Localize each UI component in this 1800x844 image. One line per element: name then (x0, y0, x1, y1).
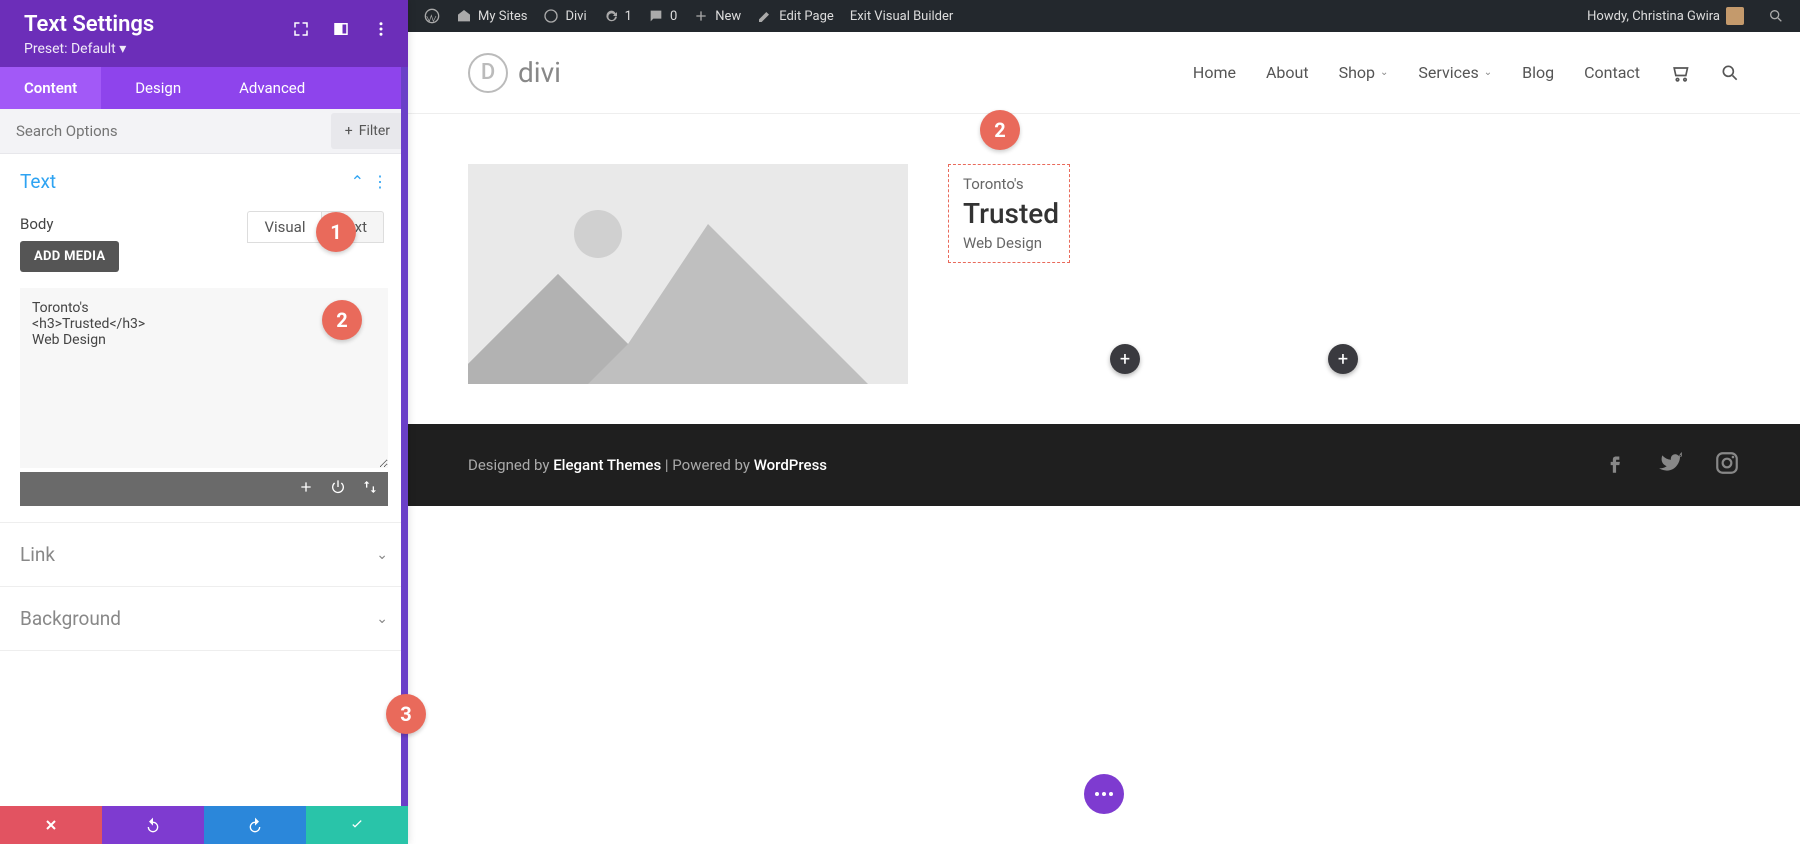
dots-icon (1095, 792, 1113, 796)
kebab-icon[interactable]: ⋮ (372, 172, 388, 191)
panel-header: Text Settings Preset: Default ▾ (0, 0, 408, 67)
nav-blog[interactable]: Blog (1522, 63, 1554, 82)
footer-credits: Designed by Elegant Themes | Powered by … (468, 456, 827, 474)
expand-icon[interactable] (292, 20, 310, 38)
twitter-icon[interactable] (1658, 450, 1684, 480)
tab-content[interactable]: Content (0, 67, 101, 109)
site-header: D divi Home About Shop⌄ Services⌄ Blog C… (408, 32, 1800, 114)
avatar (1726, 7, 1744, 25)
search-row: + Filter (0, 109, 408, 154)
annotation-badge-3: 3 (386, 694, 426, 734)
preset-dropdown[interactable]: Preset: Default ▾ (24, 41, 384, 57)
panel-footer (0, 806, 408, 844)
facebook-icon[interactable] (1602, 450, 1628, 480)
annotation-badge-1: 1 (316, 212, 356, 252)
howdy-user[interactable]: Howdy, Christina Gwira (1579, 7, 1752, 25)
nav-contact[interactable]: Contact (1584, 63, 1640, 82)
add-module-button[interactable]: + (1328, 344, 1358, 374)
tab-advanced[interactable]: Advanced (215, 67, 329, 109)
updates[interactable]: 1 (595, 8, 640, 24)
nav-shop[interactable]: Shop⌄ (1339, 63, 1389, 82)
site-logo[interactable]: D divi (468, 53, 561, 93)
text-line-2: Trusted (963, 197, 1055, 230)
undo-button[interactable] (102, 806, 204, 844)
page-content: 2 Toronto's Trusted Web Design + + (408, 114, 1800, 424)
preview-area: My Sites Divi 1 0 New Edit Page Exit Vis… (408, 0, 1800, 506)
swap-icon[interactable] (362, 479, 378, 499)
search-icon[interactable] (1720, 63, 1740, 83)
section-text-header[interactable]: Text ⌃ ⋮ (0, 154, 408, 209)
panel-tabs: Content Design Advanced (0, 67, 408, 109)
section-background: Background ⌄ (0, 587, 408, 651)
power-icon[interactable] (330, 479, 346, 499)
exit-visual-builder[interactable]: Exit Visual Builder (842, 9, 961, 24)
nav-services[interactable]: Services⌄ (1418, 63, 1492, 82)
section-link-header[interactable]: Link ⌄ (0, 523, 408, 586)
annotation-badge-2: 2 (322, 300, 362, 340)
annotation-badge-2-preview: 2 (980, 110, 1020, 150)
instagram-icon[interactable] (1714, 450, 1740, 480)
primary-nav: Home About Shop⌄ Services⌄ Blog Contact (1193, 63, 1740, 83)
dock-icon[interactable] (332, 20, 350, 38)
cart-icon[interactable] (1670, 63, 1690, 83)
new-content[interactable]: New (685, 8, 749, 24)
plus-icon[interactable] (298, 479, 314, 499)
image-placeholder[interactable] (468, 164, 908, 384)
chevron-down-icon: ⌄ (376, 547, 388, 563)
kebab-icon[interactable] (372, 20, 390, 38)
settings-panel: Text Settings Preset: Default ▾ Content … (0, 0, 408, 844)
plus-icon: + (345, 123, 353, 139)
wp-adminbar: My Sites Divi 1 0 New Edit Page Exit Vis… (408, 0, 1800, 32)
search-input[interactable] (0, 110, 327, 152)
elegant-themes-link[interactable]: Elegant Themes (553, 456, 661, 474)
filter-button[interactable]: + Filter (331, 113, 404, 149)
adminbar-search-icon[interactable] (1760, 8, 1792, 24)
edit-page[interactable]: Edit Page (749, 8, 842, 24)
wp-logo[interactable] (416, 8, 448, 24)
section-background-header[interactable]: Background ⌄ (0, 587, 408, 650)
chevron-down-icon: ⌄ (1380, 67, 1388, 78)
nav-home[interactable]: Home (1193, 63, 1236, 82)
social-links (1602, 450, 1740, 480)
add-media-button[interactable]: ADD MEDIA (20, 241, 119, 272)
chevron-down-icon: ⌄ (376, 611, 388, 627)
site-footer: Designed by Elegant Themes | Powered by … (408, 424, 1800, 506)
editor-footer (20, 472, 388, 506)
tab-design[interactable]: Design (111, 67, 205, 109)
add-module-button[interactable]: + (1110, 344, 1140, 374)
section-link: Link ⌄ (0, 523, 408, 587)
wordpress-link[interactable]: WordPress (754, 456, 827, 474)
discard-button[interactable] (0, 806, 102, 844)
chevron-up-icon: ⌃ (351, 172, 364, 191)
redo-button[interactable] (204, 806, 306, 844)
my-sites[interactable]: My Sites (448, 8, 535, 24)
builder-fab[interactable] (1084, 774, 1124, 814)
text-line-3: Web Design (963, 234, 1055, 252)
text-line-1: Toronto's (963, 175, 1055, 193)
editor-tab-visual[interactable]: Visual (247, 211, 321, 243)
chevron-down-icon: ⌄ (1484, 67, 1492, 78)
comments[interactable]: 0 (640, 8, 685, 24)
logo-icon: D (468, 53, 508, 93)
text-module[interactable]: Toronto's Trusted Web Design (948, 164, 1070, 263)
save-button[interactable] (306, 806, 408, 844)
nav-about[interactable]: About (1266, 63, 1309, 82)
site-name[interactable]: Divi (535, 8, 594, 24)
